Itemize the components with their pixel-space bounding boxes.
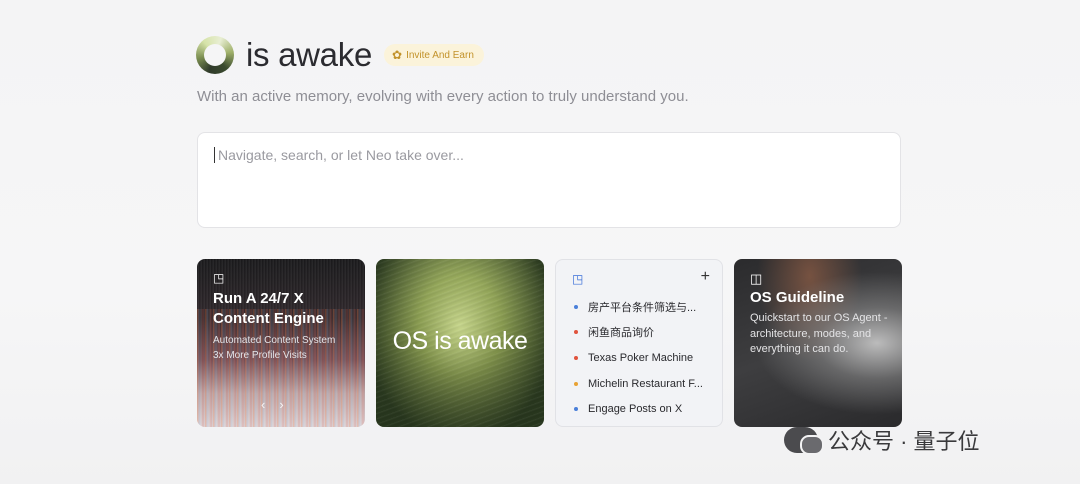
note-icon: ◳ [213,271,225,285]
invite-and-earn-button[interactable]: ✿ Invite And Earn [384,44,484,66]
command-box[interactable] [197,132,901,228]
tasks-card: ◳ + 房产平台条件筛选与... 闲鱼商品询价 Texas Poker Mach… [555,259,723,427]
task-label: Engage Posts on X [588,403,683,416]
os-awake-hero-card[interactable]: OS is awake [376,259,544,427]
invite-label: Invite And Earn [406,49,474,61]
hero-text: OS is awake [392,327,528,355]
status-dot [574,330,578,335]
wechat-icon [784,427,824,455]
status-dot [574,304,578,309]
list-item[interactable]: 房产平台条件筛选与... [574,294,719,320]
content-engine-card[interactable]: ◳ Run A 24/7 X Content Engine Automated … [197,259,365,427]
watermark: 公众号 · 量子位 [784,424,980,456]
ring-logo-icon [196,36,234,74]
guideline-description: Quickstart to our OS Agent - architectur… [750,312,888,355]
content-engine-subtitle-line1: Automated Content System [213,335,336,346]
task-label: Texas Poker Machine [588,351,694,364]
book-icon: ◫ [750,271,763,286]
gift-icon: ✿ [392,48,403,62]
guideline-title: OS Guideline [750,289,845,306]
content-engine-subtitle: Automated Content System 3x More Profile… [213,333,363,363]
carousel-nav: ‹› [261,397,298,412]
watermark-text: 公众号 · 量子位 [828,429,980,454]
task-label: Michelin Restaurant F... [588,377,703,390]
task-list: 房产平台条件筛选与... 闲鱼商品询价 Texas Poker Machine … [574,294,719,422]
page-title: is awake [246,36,372,73]
header: is awake ✿ Invite And Earn [196,36,484,74]
content-engine-title: Run A 24/7 X Content Engine [213,290,324,327]
task-label: 闲鱼商品询价 [588,327,654,340]
command-input[interactable] [214,147,884,163]
list-item[interactable]: Texas Poker Machine [574,345,719,371]
list-item[interactable]: Engage Posts on X [574,396,719,422]
list-item[interactable]: Michelin Restaurant F... [574,371,719,397]
note-icon: ◳ [572,272,584,286]
task-label: 房产平台条件筛选与... [588,301,697,314]
chevron-right-icon[interactable]: › [279,397,297,412]
plus-icon[interactable]: + [701,268,710,286]
status-dot [574,355,578,360]
status-dot [574,407,578,412]
content-engine-subtitle-line2: 3x More Profile Visits [213,350,307,361]
status-dot [574,381,578,386]
os-guideline-card[interactable]: ◫ OS Guideline Quickstart to our OS Agen… [734,259,902,427]
list-item[interactable]: 闲鱼商品询价 [574,320,719,346]
page-subtitle: With an active memory, evolving with eve… [197,88,689,105]
chevron-left-icon[interactable]: ‹ [261,397,279,412]
